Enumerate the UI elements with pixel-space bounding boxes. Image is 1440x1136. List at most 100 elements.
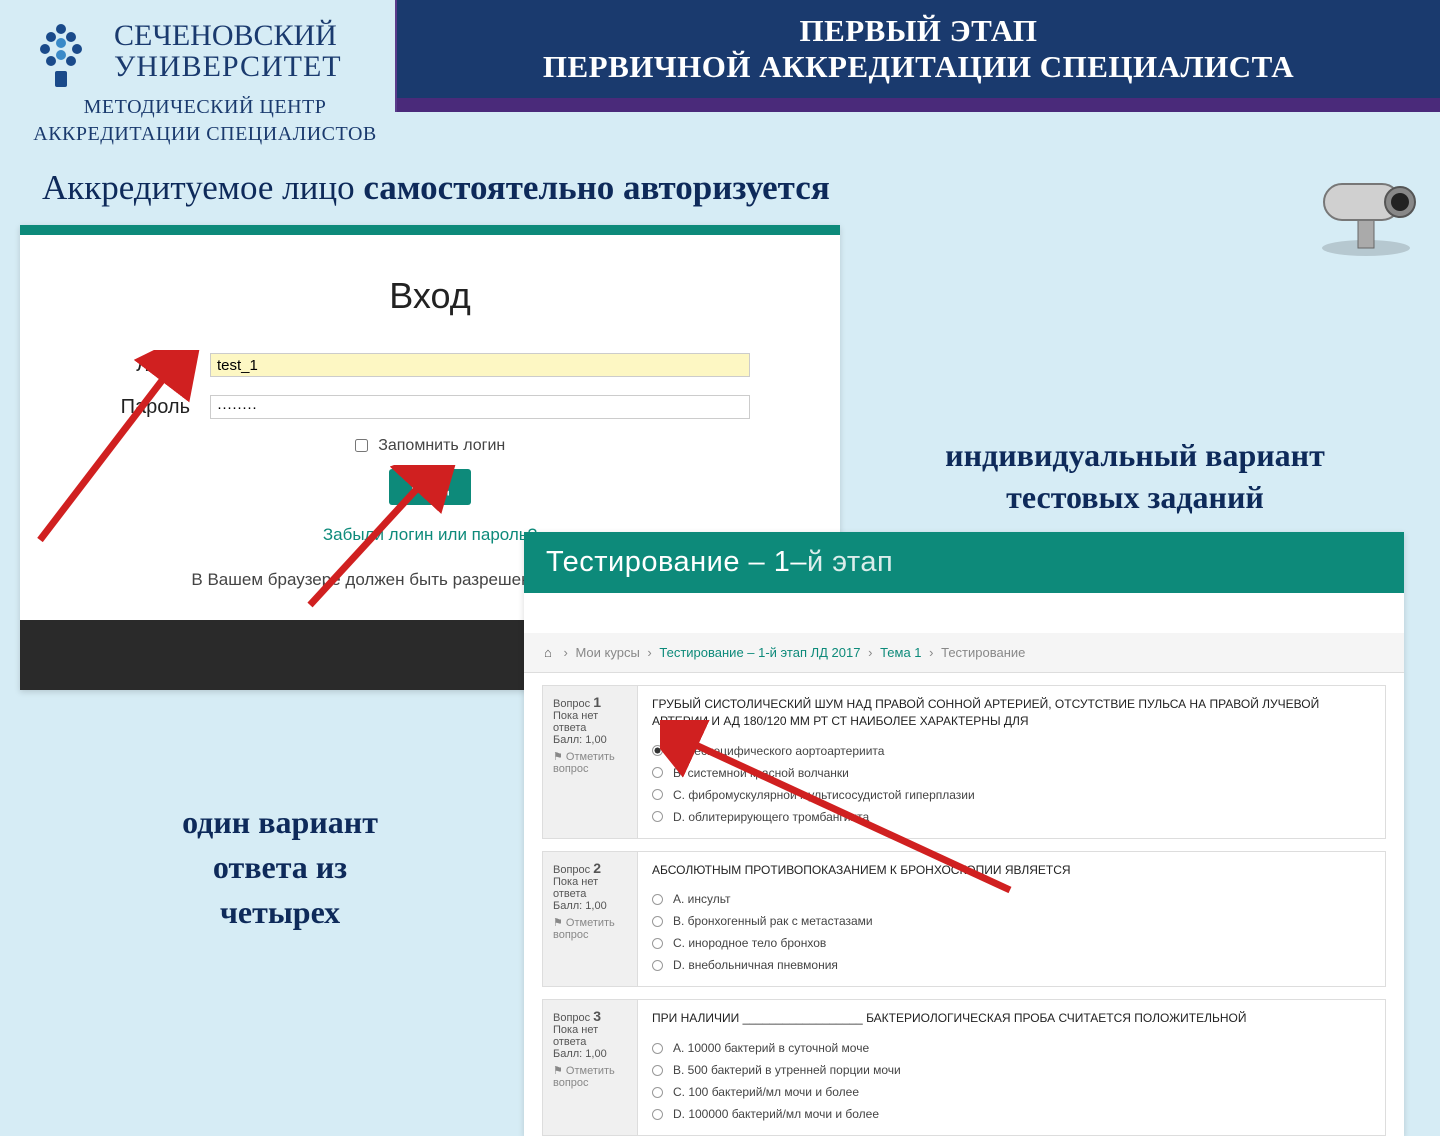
question-text: ГРУБЫЙ СИСТОЛИЧЕСКИЙ ШУМ НАД ПРАВОЙ СОНН…	[652, 696, 1371, 730]
annot-left-l3: четырех	[100, 890, 460, 935]
question-options: A. инсульт B. бронхогенный рак с метастаз…	[652, 888, 1371, 976]
main-heading: Аккредитуемое лицо самостоятельно автори…	[42, 168, 830, 208]
option-text: C. фибромускулярной мультисосудистой гип…	[673, 788, 975, 802]
radio-icon[interactable]	[652, 916, 663, 927]
question-text: АБСОЛЮТНЫМ ПРОТИВОПОКАЗАНИЕМ К БРОНХОСКО…	[652, 862, 1371, 879]
home-icon[interactable]: ⌂	[544, 645, 552, 660]
question-option[interactable]: C. 100 бактерий/мл мочи и более	[652, 1081, 1371, 1103]
annot-left-l1: один вариант	[100, 800, 460, 845]
title-bar: ПЕРВЫЙ ЭТАП ПЕРВИЧНОЙ АККРЕДИТАЦИИ СПЕЦИ…	[395, 0, 1440, 112]
camera-icon	[1306, 170, 1426, 260]
question-option[interactable]: C. инородное тело бронхов	[652, 932, 1371, 954]
bc-3[interactable]: Тема 1	[880, 645, 921, 660]
question-option[interactable]: D. облитерирующего тромбангиита	[652, 806, 1371, 828]
test-header-thin: й этап	[807, 546, 893, 578]
option-text: D. внебольничная пневмония	[673, 958, 838, 972]
login-title: Вход	[50, 275, 810, 317]
question-sidebar: Вопрос 3Пока нет ответаБалл: 1,00 ⚑ Отмет…	[543, 1000, 638, 1135]
logo-sub1: МЕТОДИЧЕСКИЙ ЦЕНТР	[20, 96, 390, 119]
annot-left-l2: ответа из	[100, 845, 460, 890]
option-text: B. системной красной волчанки	[673, 766, 849, 780]
flag-question[interactable]: ⚑ Отметить вопрос	[553, 750, 627, 775]
bc-2[interactable]: Тестирование – 1-й этап ЛД 2017	[659, 645, 860, 660]
radio-icon[interactable]	[652, 767, 663, 778]
bc-1[interactable]: Мои курсы	[575, 645, 639, 660]
annotation-one-answer: один вариант ответа из четырех	[100, 800, 460, 934]
login-input[interactable]	[210, 353, 750, 377]
question-option[interactable]: D. внебольничная пневмония	[652, 954, 1371, 976]
question-number: Вопрос 2	[553, 860, 627, 876]
question-sidebar: Вопрос 2Пока нет ответаБалл: 1,00⚑ Отмет…	[543, 852, 638, 987]
radio-icon[interactable]	[652, 938, 663, 949]
radio-icon[interactable]	[652, 1087, 663, 1098]
flag-question[interactable]: ⚑ Отметить вопрос	[553, 1064, 627, 1089]
test-header-bold: Тестирование – 1–	[546, 546, 807, 578]
radio-icon[interactable]	[652, 1109, 663, 1120]
annot-right-l2: тестовых заданий	[870, 477, 1400, 519]
option-text: B. бронхогенный рак с метастазами	[673, 914, 873, 928]
test-screenshot: Тестирование – 1–й этап ⌂ › Мои курсы › …	[524, 532, 1404, 1136]
question-option[interactable]: B. 500 бактерий в утренней порции мочи	[652, 1059, 1371, 1081]
logo-line1: СЕЧЕНОВСКИЙ	[114, 20, 342, 52]
question-body: ПРИ НАЛИЧИИ __________________ БАКТЕРИОЛ…	[638, 1000, 1385, 1135]
radio-icon[interactable]	[652, 789, 663, 800]
question-option[interactable]: B. бронхогенный рак с метастазами	[652, 910, 1371, 932]
breadcrumb: ⌂ › Мои курсы › Тестирование – 1-й этап …	[524, 633, 1404, 673]
question-status: Пока нет ответа	[553, 1024, 627, 1048]
university-logo-icon	[20, 10, 102, 92]
question-number: Вопрос 3	[553, 1008, 627, 1024]
login-label: Логин	[110, 354, 210, 377]
heading-bold: самостоятельно авторизуется	[363, 168, 829, 207]
annotation-individual-variant: индивидуальный вариант тестовых заданий	[870, 435, 1400, 518]
remember-checkbox[interactable]	[355, 439, 368, 452]
logo-text: СЕЧЕНОВСКИЙ УНИВЕРСИТЕТ	[114, 20, 342, 83]
question-status: Пока нет ответа	[553, 710, 627, 734]
question-option[interactable]: A. инсульт	[652, 888, 1371, 910]
title-line1: ПЕРВЫЙ ЭТАП	[397, 13, 1440, 49]
logo-line2: УНИВЕРСИТЕТ	[114, 51, 342, 83]
flag-question[interactable]: ⚑ Отметить вопрос	[553, 916, 627, 941]
option-text: D. 100000 бактерий/мл мочи и более	[673, 1107, 879, 1121]
title-line2: ПЕРВИЧНОЙ АККРЕДИТАЦИИ СПЕЦИАЛИСТА	[397, 49, 1440, 85]
question-score: Балл: 1,00	[553, 734, 627, 746]
option-text: C. 100 бактерий/мл мочи и более	[673, 1085, 859, 1099]
logo-sub2: АККРЕДИТАЦИИ СПЕЦИАЛИСТОВ	[20, 123, 390, 146]
option-text: A. 10000 бактерий в суточной моче	[673, 1041, 869, 1055]
annot-right-l1: индивидуальный вариант	[870, 435, 1400, 477]
question-number: Вопрос 1	[553, 694, 627, 710]
logo-block: СЕЧЕНОВСКИЙ УНИВЕРСИТЕТ МЕТОДИЧЕСКИЙ ЦЕН…	[20, 10, 390, 146]
test-header: Тестирование – 1–й этап	[524, 532, 1404, 593]
question-options: A. 10000 бактерий в суточной моче B. 500 …	[652, 1037, 1371, 1125]
question-block: Вопрос 2Пока нет ответаБалл: 1,00⚑ Отмет…	[542, 851, 1386, 988]
login-button[interactable]: Вход	[389, 469, 471, 505]
question-score: Балл: 1,00	[553, 900, 627, 912]
option-text: A. инсульт	[673, 892, 731, 906]
question-option[interactable]: B. системной красной волчанки	[652, 762, 1371, 784]
question-option[interactable]: A. 10000 бактерий в суточной моче	[652, 1037, 1371, 1059]
radio-icon[interactable]	[652, 894, 663, 905]
option-text: A. неспецифического аортоартериита	[673, 744, 884, 758]
password-label: Пароль	[110, 396, 210, 419]
question-text: ПРИ НАЛИЧИИ __________________ БАКТЕРИОЛ…	[652, 1010, 1371, 1027]
password-input[interactable]	[210, 395, 750, 419]
question-option[interactable]: C. фибромускулярной мультисосудистой гип…	[652, 784, 1371, 806]
radio-icon[interactable]	[652, 745, 663, 756]
question-block: Вопрос 3Пока нет ответаБалл: 1,00 ⚑ Отмет…	[542, 999, 1386, 1136]
question-block: Вопрос 1Пока нет ответаБалл: 1,00 ⚑ Отмет…	[542, 685, 1386, 839]
radio-icon[interactable]	[652, 811, 663, 822]
question-sidebar: Вопрос 1Пока нет ответаБалл: 1,00 ⚑ Отмет…	[543, 686, 638, 838]
question-option[interactable]: D. 100000 бактерий/мл мочи и более	[652, 1103, 1371, 1125]
option-text: B. 500 бактерий в утренней порции мочи	[673, 1063, 901, 1077]
heading-prefix: Аккредитуемое лицо	[42, 168, 363, 207]
option-text: D. облитерирующего тромбангиита	[673, 810, 869, 824]
question-body: АБСОЛЮТНЫМ ПРОТИВОПОКАЗАНИЕМ К БРОНХОСКО…	[638, 852, 1385, 987]
question-option[interactable]: A. неспецифического аортоартериита	[652, 740, 1371, 762]
radio-icon[interactable]	[652, 1043, 663, 1054]
remember-label: Запомнить логин	[378, 437, 505, 454]
radio-icon[interactable]	[652, 960, 663, 971]
radio-icon[interactable]	[652, 1065, 663, 1076]
question-body: ГРУБЫЙ СИСТОЛИЧЕСКИЙ ШУМ НАД ПРАВОЙ СОНН…	[638, 686, 1385, 838]
bc-4: Тестирование	[941, 645, 1025, 660]
question-score: Балл: 1,00	[553, 1048, 627, 1060]
question-options: A. неспецифического аортоартериита B. сис…	[652, 740, 1371, 828]
